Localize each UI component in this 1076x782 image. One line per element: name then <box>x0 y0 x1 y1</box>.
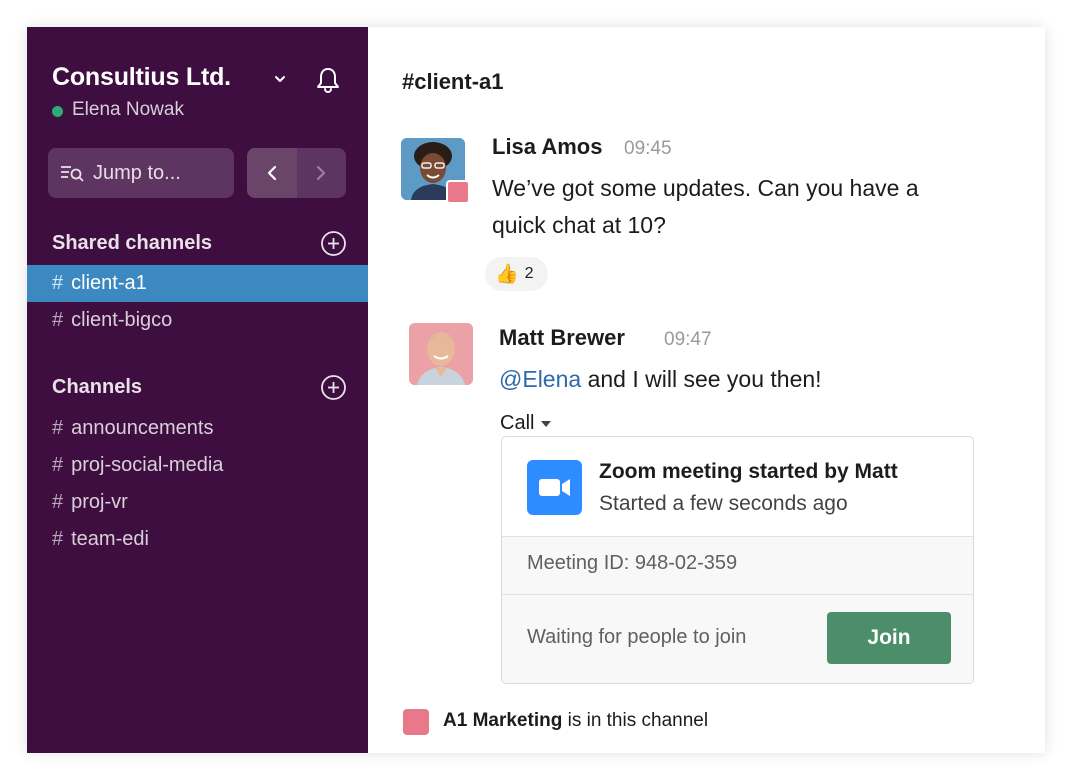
channel-label: client-a1 <box>71 272 147 294</box>
channel-label: proj-social-media <box>71 454 224 476</box>
channels-heading[interactable]: Channels <box>52 376 142 399</box>
caret-down-icon <box>541 420 552 427</box>
add-circle-icon[interactable] <box>320 230 347 257</box>
join-button[interactable]: Join <box>827 612 951 664</box>
message-text-line: We’ve got some updates. Can you have a <box>492 175 919 201</box>
chevron-down-icon[interactable] <box>273 72 287 86</box>
call-label: Call <box>500 412 535 434</box>
sidebar-item-team-edi[interactable]: # team-edi <box>27 521 368 558</box>
channel-label: client-bigco <box>71 309 173 331</box>
channel-hash-icon: # <box>52 491 64 513</box>
sidebar: Consultius Ltd. Elena Nowak Jump to... S… <box>27 27 368 753</box>
channel-members-notice: A1 Marketing is in this channel <box>443 710 708 732</box>
call-dropdown[interactable]: Call <box>500 412 552 435</box>
reaction-pill[interactable]: 👍 2 <box>485 257 548 291</box>
reaction-count: 2 <box>524 265 534 282</box>
call-title: Zoom meeting started by Matt <box>599 460 898 483</box>
jump-to-button[interactable]: Jump to... <box>48 148 234 198</box>
sidebar-item-announcements[interactable]: # announcements <box>27 410 368 447</box>
channel-label: announcements <box>71 417 214 439</box>
avatar-portrait-image <box>409 323 473 385</box>
sidebar-item-client-bigco[interactable]: # client-bigco <box>27 302 368 339</box>
channel-label: team-edi <box>71 528 149 550</box>
org-name[interactable]: A1 Marketing <box>443 710 562 731</box>
arrow-right-icon <box>317 165 326 181</box>
zoom-camera-icon <box>527 460 582 515</box>
presence-indicator <box>52 106 63 117</box>
channel-title[interactable]: #client-a1 <box>402 69 504 95</box>
history-nav <box>247 148 346 198</box>
workspace-name[interactable]: Consultius Ltd. <box>52 63 231 92</box>
shared-channels-heading[interactable]: Shared channels <box>52 232 212 255</box>
thumbs-up-icon: 👍 <box>495 264 519 285</box>
message-text: We’ve got some updates. Can you have a q… <box>492 170 919 244</box>
message-author[interactable]: Lisa Amos <box>492 134 602 160</box>
app-window: Consultius Ltd. Elena Nowak Jump to... S… <box>27 27 1045 753</box>
channel-hash-icon: # <box>52 528 64 550</box>
avatar[interactable] <box>409 323 473 385</box>
sidebar-item-client-a1[interactable]: # client-a1 <box>27 265 368 302</box>
meeting-id-row: Meeting ID: 948-02-359 <box>502 536 973 594</box>
jump-to-label: Jump to... <box>93 161 181 184</box>
notice-suffix: is in this channel <box>562 710 709 731</box>
search-list-icon <box>61 166 84 182</box>
message-pane: #client-a1 Lisa Amos 09:45 We’ve got som… <box>368 27 1045 753</box>
channel-hash-icon: # <box>52 309 64 331</box>
sidebar-item-proj-social-media[interactable]: # proj-social-media <box>27 447 368 484</box>
arrow-left-icon <box>267 165 276 181</box>
back-button[interactable] <box>247 148 297 198</box>
forward-button[interactable] <box>297 148 347 198</box>
waiting-status: Waiting for people to join <box>527 626 747 648</box>
meeting-id: Meeting ID: 948-02-359 <box>527 552 738 574</box>
user-name: Elena Nowak <box>72 99 184 120</box>
call-subtitle: Started a few seconds ago <box>599 492 848 515</box>
message-timestamp[interactable]: 09:47 <box>664 329 712 351</box>
channel-label: proj-vr <box>71 491 128 513</box>
zoom-call-card: Zoom meeting started by Matt Started a f… <box>501 436 974 684</box>
add-circle-icon[interactable] <box>320 374 347 401</box>
channel-hash-icon: # <box>52 272 64 294</box>
channel-hash-icon: # <box>52 454 64 476</box>
external-org-badge <box>403 709 429 735</box>
message-author[interactable]: Matt Brewer <box>499 325 625 351</box>
user-mention-link[interactable]: @Elena <box>499 366 581 392</box>
bell-icon[interactable] <box>313 65 343 95</box>
sidebar-item-proj-vr[interactable]: # proj-vr <box>27 484 368 521</box>
message-text-line: quick chat at 10? <box>492 212 666 238</box>
message-timestamp[interactable]: 09:45 <box>624 138 672 160</box>
message-text: @Elena and I will see you then! <box>499 361 822 398</box>
message-text-body: and I will see you then! <box>581 366 822 392</box>
channel-hash-icon: # <box>52 417 64 439</box>
external-org-badge <box>446 180 470 204</box>
